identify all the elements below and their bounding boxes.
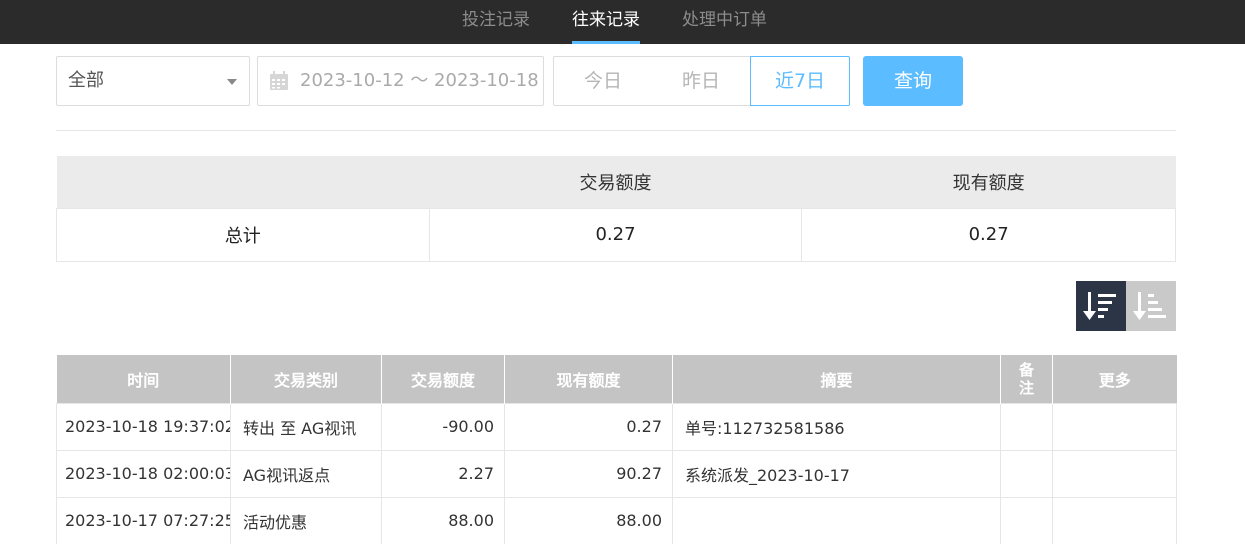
tab-transaction-records[interactable]: 往来记录 [572,0,640,44]
column-header-time[interactable]: 时间 [56,355,231,403]
summary-transaction-total: 0.27 [428,207,803,262]
column-header-type[interactable]: 交易类别 [230,355,382,403]
table-row: 2023-10-18 19:37:02 转出 至 AG视讯 -90.00 0.2… [56,402,1177,451]
chevron-down-icon [227,79,237,85]
table-row: 2023-10-18 02:00:03 AG视讯返点 2.27 90.27 系统… [56,449,1177,498]
cell-remark [1000,449,1053,498]
summary-total-label: 总计 [56,207,430,262]
cell-memo: 单号:112732581586 [672,402,1001,451]
summary-total-row: 总计 0.27 0.27 [56,207,1176,262]
cell-type: AG视讯返点 [230,449,382,498]
column-header-remark-text: 备注 [1018,360,1034,397]
column-header-more[interactable]: 更多 [1052,355,1177,403]
date-range-input[interactable]: 2023-10-12 ～ 2023-10-18 [257,56,544,106]
cell-memo: 系统派发_2023-10-17 [672,449,1001,498]
cell-more[interactable] [1052,402,1177,451]
date-range-value: 2023-10-12 ～ 2023-10-18 [300,70,539,91]
cell-time: 2023-10-18 02:00:03 [56,449,231,498]
cell-balance: 90.27 [504,449,673,498]
sort-descending-button[interactable] [1076,281,1126,331]
summary-table: 交易额度 现有额度 总计 0.27 0.27 [56,156,1176,262]
cell-amount: 88.00 [381,496,505,544]
quick-range-yesterday-button[interactable]: 昨日 [652,56,751,106]
summary-header-row: 交易额度 现有额度 [56,156,1176,208]
cell-more[interactable] [1052,496,1177,544]
table-row: 2023-10-17 07:27:25 活动优惠 88.00 88.00 [56,496,1177,544]
category-select[interactable]: 全部 [56,56,250,106]
cell-remark [1000,496,1053,544]
cell-memo [672,496,1001,544]
summary-header-transaction: 交易额度 [429,156,802,208]
tab-pending-orders[interactable]: 处理中订单 [682,0,767,44]
column-header-memo[interactable]: 摘要 [672,355,1001,403]
cell-time: 2023-10-18 19:37:02 [56,402,231,451]
divider [56,130,1176,131]
quick-range-7days-button[interactable]: 近7日 [750,56,850,106]
cell-remark [1000,402,1053,451]
quick-range-today-button[interactable]: 今日 [553,56,653,106]
tab-bet-records[interactable]: 投注记录 [462,0,530,44]
cell-balance: 88.00 [504,496,673,544]
summary-balance-total: 0.27 [801,207,1176,262]
sort-descending-icon [1083,292,1116,320]
cell-more[interactable] [1052,449,1177,498]
records-table: 时间 交易类别 交易额度 现有额度 摘要 备注 更多 2023-10-18 19… [56,355,1177,544]
calendar-icon [270,71,288,90]
summary-header-balance: 现有额度 [801,156,1176,208]
cell-time: 2023-10-17 07:27:25 [56,496,231,544]
cell-amount: 2.27 [381,449,505,498]
records-header-row: 时间 交易类别 交易额度 现有额度 摘要 备注 更多 [56,355,1177,403]
search-button[interactable]: 查询 [863,56,963,106]
column-header-balance[interactable]: 现有额度 [504,355,673,403]
summary-header-label [56,156,430,208]
sort-ascending-icon [1133,292,1166,320]
column-header-amount[interactable]: 交易额度 [381,355,505,403]
sort-ascending-button[interactable] [1126,281,1176,331]
cell-balance: 0.27 [504,402,673,451]
cell-type: 转出 至 AG视讯 [230,402,382,451]
category-select-value: 全部 [68,70,104,91]
column-header-remark[interactable]: 备注 [1000,355,1053,403]
cell-amount: -90.00 [381,402,505,451]
cell-type: 活动优惠 [230,496,382,544]
top-tab-bar: 投注记录 往来记录 处理中订单 [0,0,1245,44]
